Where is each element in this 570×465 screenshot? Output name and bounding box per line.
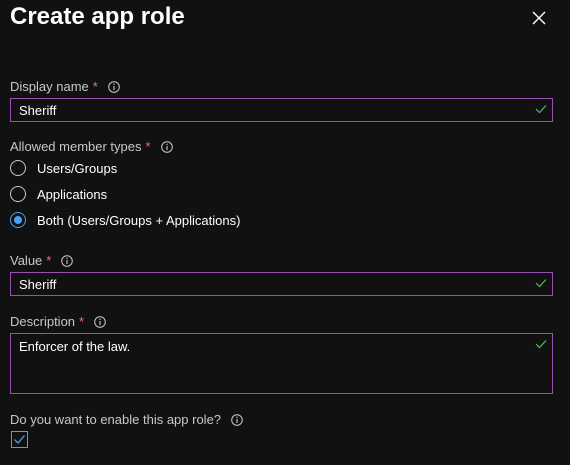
radio-label: Users/Groups bbox=[37, 160, 118, 176]
value-label-row: Value * bbox=[10, 253, 74, 269]
checkmark-icon bbox=[14, 435, 25, 444]
description-textarea[interactable]: Enforcer of the law. bbox=[10, 333, 553, 394]
radio-button-selected[interactable] bbox=[10, 212, 26, 228]
close-button[interactable] bbox=[529, 8, 549, 28]
enable-checkbox[interactable] bbox=[11, 431, 28, 448]
display-name-value: Sheriff bbox=[19, 103, 57, 118]
required-marker: * bbox=[145, 139, 151, 154]
display-name-input[interactable]: Sheriff bbox=[10, 98, 553, 122]
radio-both[interactable]: Both (Users/Groups + Applications) bbox=[10, 212, 240, 228]
valid-check-icon bbox=[535, 340, 547, 349]
display-name-label: Display name bbox=[10, 79, 89, 94]
enable-label-row: Do you want to enable this app role? bbox=[10, 412, 243, 428]
panel-title: Create app role bbox=[10, 3, 185, 30]
member-types-label-row: Allowed member types * bbox=[10, 139, 173, 155]
description-label: Description bbox=[10, 314, 76, 329]
required-marker: * bbox=[92, 79, 98, 94]
required-marker: * bbox=[46, 253, 52, 268]
value-field-value: Sheriff bbox=[19, 277, 57, 292]
info-icon[interactable] bbox=[231, 414, 243, 426]
info-icon[interactable] bbox=[108, 81, 120, 93]
enable-label: Do you want to enable this app role? bbox=[10, 412, 222, 427]
value-label: Value bbox=[10, 253, 43, 268]
display-name-label-row: Display name * bbox=[10, 79, 120, 95]
info-icon[interactable] bbox=[94, 316, 106, 328]
value-input[interactable]: Sheriff bbox=[10, 272, 553, 296]
radio-button[interactable] bbox=[10, 160, 26, 176]
member-types-label: Allowed member types bbox=[10, 139, 142, 154]
valid-check-icon bbox=[535, 105, 547, 114]
close-icon bbox=[532, 11, 546, 25]
create-app-role-panel: Create app role Display name * Sheriff A… bbox=[0, 0, 570, 465]
info-icon[interactable] bbox=[61, 255, 74, 267]
description-label-row: Description * bbox=[10, 314, 106, 330]
radio-button[interactable] bbox=[10, 186, 26, 202]
info-icon[interactable] bbox=[160, 141, 173, 153]
radio-label: Both (Users/Groups + Applications) bbox=[37, 212, 241, 228]
valid-check-icon bbox=[535, 279, 547, 288]
radio-label: Applications bbox=[37, 186, 108, 202]
radio-users-groups[interactable]: Users/Groups bbox=[10, 160, 117, 176]
radio-applications[interactable]: Applications bbox=[10, 186, 107, 202]
required-marker: * bbox=[79, 314, 85, 329]
description-value: Enforcer of the law. bbox=[19, 339, 131, 354]
